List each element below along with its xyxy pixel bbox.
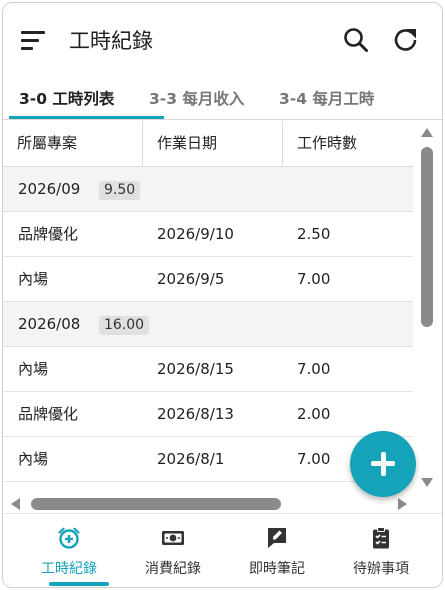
- column-header-hours[interactable]: 工作時數: [283, 121, 413, 166]
- bottom-navigation: 工時紀錄 消費紀錄 即時筆記 待辦事項: [3, 513, 442, 587]
- cell-project: 內場: [18, 360, 49, 378]
- menu-icon-line: [21, 47, 33, 50]
- active-nav-indicator: [49, 582, 109, 586]
- cell-date: 2026/8/1: [157, 450, 225, 468]
- group-month: 2026/09: [18, 180, 81, 198]
- clipboard-checklist-icon: [373, 527, 389, 549]
- cell-hours: 7.00: [297, 270, 331, 288]
- table-row[interactable]: 品牌優化 2026/9/10 2.50: [3, 212, 413, 257]
- group-total-badge: 9.50: [99, 181, 141, 200]
- menu-button[interactable]: [21, 29, 47, 51]
- scroll-left-arrow-icon[interactable]: [11, 498, 20, 510]
- group-row[interactable]: 2026/09 9.50: [3, 167, 413, 212]
- nav-label: 工時紀錄: [41, 561, 97, 577]
- cell-hours: 2.50: [297, 225, 331, 243]
- cell-project: 內場: [18, 450, 49, 468]
- plus-icon: [380, 452, 386, 476]
- work-hours-table: 所屬專案 作業日期 工作時數 2026/09 9.50 品牌優化 2026/9/…: [3, 121, 413, 493]
- note-edit-icon: [268, 528, 286, 548]
- nav-label: 即時筆記: [249, 561, 305, 577]
- tab-monthly-income[interactable]: 3-3 每月收入: [149, 87, 244, 109]
- group-total-badge: 16.00: [99, 316, 150, 335]
- table-row[interactable]: 內場 2026/8/15 7.00: [3, 347, 413, 392]
- menu-icon-line: [21, 31, 45, 34]
- group-month: 2026/08: [18, 315, 81, 333]
- table-row[interactable]: 內場 2026/9/5 7.00: [3, 257, 413, 302]
- cell-hours: 7.00: [297, 450, 331, 468]
- scroll-up-arrow-icon[interactable]: [421, 128, 433, 137]
- table-row[interactable]: 品牌優化 2026/8/13 2.00: [3, 392, 413, 437]
- cell-hours: 7.00: [297, 360, 331, 378]
- cell-hours: 2.00: [297, 405, 331, 423]
- vertical-scrollbar[interactable]: [415, 121, 439, 493]
- cell-project: 品牌優化: [18, 225, 79, 243]
- table-header-row: 所屬專案 作業日期 工作時數: [3, 121, 413, 167]
- scroll-right-arrow-icon[interactable]: [398, 498, 407, 510]
- scroll-down-arrow-icon[interactable]: [421, 478, 433, 487]
- money-icon: [162, 531, 184, 545]
- refresh-button[interactable]: [391, 25, 421, 55]
- search-icon: [344, 28, 368, 52]
- add-record-button[interactable]: [350, 431, 416, 497]
- nav-todo[interactable]: 待辦事項: [329, 514, 433, 587]
- alarm-clock-add-icon: [58, 527, 80, 549]
- column-header-project[interactable]: 所屬專案: [3, 121, 143, 166]
- nav-label: 消費紀錄: [145, 561, 201, 577]
- cell-date: 2026/8/15: [157, 360, 234, 378]
- app-window: 工時紀錄 3-0 工時列表 3-3 每月收入 3-4 每月工時 所屬專案 作業日…: [2, 2, 443, 588]
- menu-icon-line: [21, 39, 39, 42]
- tab-monthly-hours[interactable]: 3-4 每月工時: [279, 87, 374, 109]
- tab-bar: 3-0 工時列表 3-3 每月收入 3-4 每月工時: [3, 77, 442, 120]
- nav-work-hours[interactable]: 工時紀錄: [17, 514, 121, 587]
- cell-project: 品牌優化: [18, 405, 79, 423]
- cell-date: 2026/8/13: [157, 405, 234, 423]
- cell-date: 2026/9/10: [157, 225, 234, 243]
- cell-project: 內場: [18, 270, 49, 288]
- nav-quick-notes[interactable]: 即時筆記: [225, 514, 329, 587]
- tab-work-hours-list[interactable]: 3-0 工時列表: [19, 87, 114, 109]
- active-tab-indicator: [9, 116, 164, 119]
- nav-label: 待辦事項: [353, 561, 409, 577]
- column-header-date[interactable]: 作業日期: [143, 121, 283, 166]
- group-row[interactable]: 2026/08 16.00: [3, 302, 413, 347]
- refresh-icon: [394, 29, 417, 51]
- horizontal-scrollbar[interactable]: [3, 493, 415, 513]
- page-title: 工時紀錄: [69, 29, 153, 53]
- vertical-scroll-thumb[interactable]: [421, 147, 433, 327]
- cell-date: 2026/9/5: [157, 270, 225, 288]
- search-button[interactable]: [341, 25, 371, 55]
- app-bar: 工時紀錄: [3, 3, 442, 75]
- nav-expenses[interactable]: 消費紀錄: [121, 514, 225, 587]
- horizontal-scroll-thumb[interactable]: [31, 498, 281, 510]
